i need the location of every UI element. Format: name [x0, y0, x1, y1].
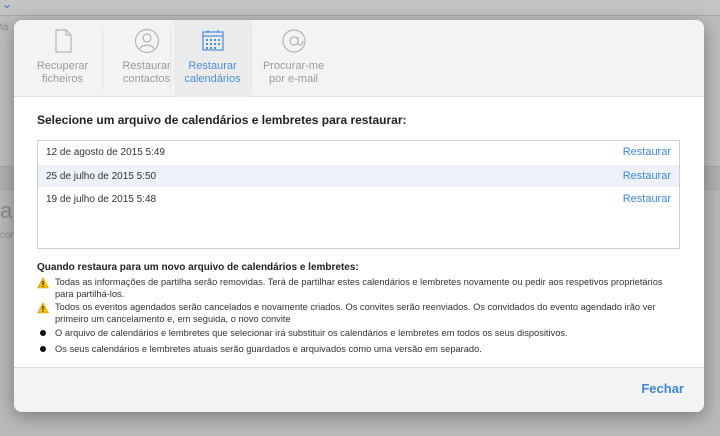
page-title: Selecione um arquivo de calendários e le…: [37, 113, 407, 127]
at-sign-icon: [282, 29, 306, 53]
archive-row[interactable]: 25 de julho de 2015 5:50 Restaurar: [38, 165, 679, 187]
tab-recover-files[interactable]: Recuperar ficheiros: [24, 20, 101, 97]
tab-divider: [170, 26, 171, 90]
warning-icon: [37, 277, 49, 289]
calendar-icon: [202, 30, 224, 51]
archive-row[interactable]: 12 de agosto de 2015 5:49 Restaurar: [38, 141, 679, 163]
restore-link[interactable]: Restaurar: [623, 146, 671, 158]
background-text-fragment: tá: [0, 22, 9, 33]
tab-label: Recuperar ficheiros: [36, 60, 89, 85]
background-topbar: ⌄: [0, 0, 720, 16]
note-text: Todas as informações de partilha serão r…: [55, 277, 663, 299]
note-text: O arquivo de calendários e lembretes que…: [55, 328, 568, 338]
note-text: Todos os eventos agendados serão cancela…: [55, 302, 656, 324]
chevron-down-icon: ⌄: [2, 0, 13, 11]
archive-date: 12 de agosto de 2015 5:49: [46, 147, 165, 158]
note-text: Os seus calendários e lembretes atuais s…: [55, 344, 482, 354]
archive-date: 19 de julho de 2015 5:48: [46, 194, 157, 205]
restore-dialog: Recuperarficheiros Restaurarcontactos: [14, 20, 704, 412]
dialog-footer: Fechar: [14, 367, 704, 412]
tab-label: Procurar-me por e-mail: [262, 60, 325, 85]
bullet-icon: [40, 330, 46, 336]
tab-restore-calendars[interactable]: Restaurar calendários: [174, 20, 251, 97]
warning-icon: [37, 302, 49, 314]
tab-divider: [102, 26, 103, 90]
tab-bar: Recuperarficheiros Restaurarcontactos: [14, 20, 704, 97]
tab-label: Restaurar calendários: [184, 60, 241, 85]
background-text-fragment: a: [0, 198, 13, 223]
notes-title: Quando restaura para um novo arquivo de …: [37, 262, 359, 273]
restore-link[interactable]: Restaurar: [623, 193, 671, 205]
contact-icon: [134, 28, 160, 54]
archive-date: 25 de julho de 2015 5:50: [46, 171, 157, 182]
archive-list: 12 de agosto de 2015 5:49 Restaurar 25 d…: [37, 140, 680, 249]
document-icon: [55, 29, 72, 53]
bullet-icon: [40, 346, 46, 352]
dialog-content: Selecione um arquivo de calendários e le…: [14, 97, 704, 367]
restore-link[interactable]: Restaurar: [623, 170, 671, 182]
archive-row[interactable]: 19 de julho de 2015 5:48 Restaurar: [38, 188, 679, 210]
close-button[interactable]: Fechar: [641, 381, 684, 396]
tab-find-by-email[interactable]: Procurar-me por e-mail: [255, 20, 332, 97]
